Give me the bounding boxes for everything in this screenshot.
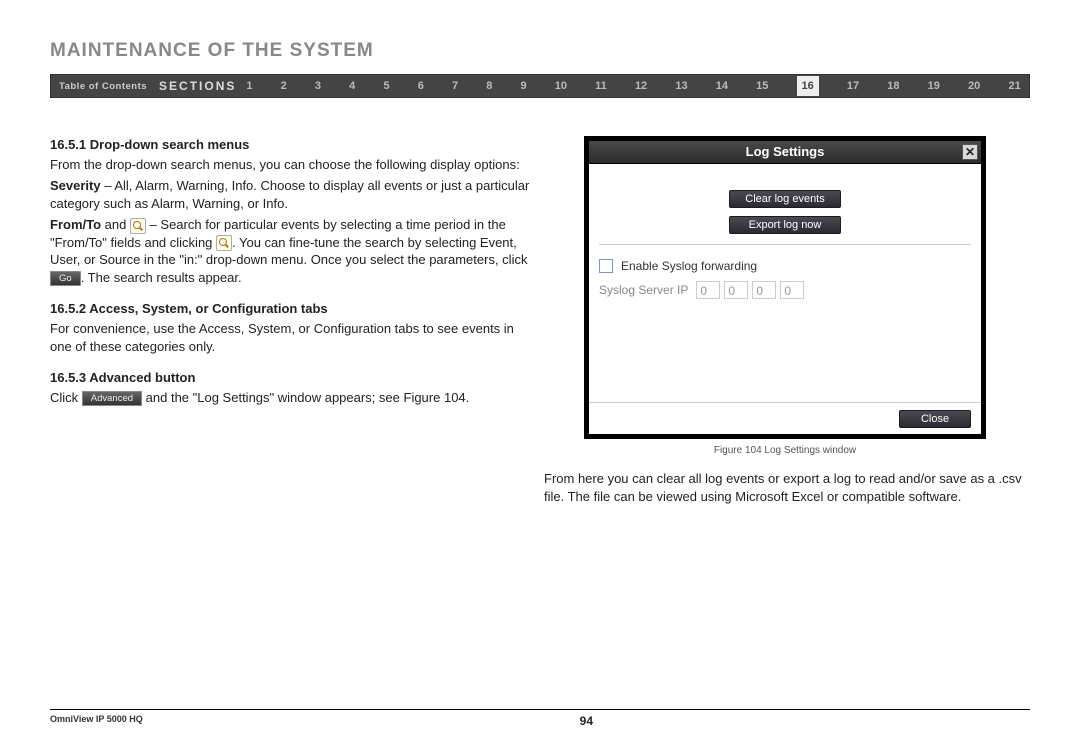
dialog-title: Log Settings: [746, 144, 825, 159]
section-nav-bar: Table of Contents SECTIONS 1 2 3 4 5 6 7…: [50, 74, 1030, 98]
close-button[interactable]: Close: [899, 410, 971, 428]
page-number: 94: [50, 714, 1030, 728]
section-link-9[interactable]: 9: [521, 80, 527, 92]
search-icon: [216, 235, 232, 251]
enable-syslog-row[interactable]: Enable Syslog forwarding: [599, 259, 971, 273]
section-link-1[interactable]: 1: [246, 80, 252, 92]
dialog-body: Clear log events Export log now Enable S…: [589, 164, 981, 402]
figure-104: Log Settings ✕ Clear log events Export l…: [584, 136, 986, 439]
section-link-18[interactable]: 18: [887, 80, 899, 92]
dialog-title-bar: Log Settings ✕: [589, 141, 981, 164]
syslog-section: Enable Syslog forwarding Syslog Server I…: [599, 244, 971, 299]
right-column: Log Settings ✕ Clear log events Export l…: [530, 136, 1030, 505]
section-link-20[interactable]: 20: [968, 80, 980, 92]
section-link-6[interactable]: 6: [418, 80, 424, 92]
section-link-2[interactable]: 2: [281, 80, 287, 92]
section-link-13[interactable]: 13: [675, 80, 687, 92]
section-link-11[interactable]: 11: [595, 80, 607, 92]
syslog-ip-label: Syslog Server IP: [599, 283, 688, 297]
section-link-19[interactable]: 19: [928, 80, 940, 92]
adv-text-post: and the "Log Settings" window appears; s…: [142, 390, 469, 405]
ip-octet-2[interactable]: 0: [724, 281, 748, 299]
section-link-16[interactable]: 16: [797, 76, 819, 96]
para-fromto: From/To and – Search for particular even…: [50, 216, 530, 286]
fromto-and: and: [101, 217, 130, 232]
adv-text-pre: Click: [50, 390, 82, 405]
left-column: 16.5.1 Drop-down search menus From the d…: [50, 136, 530, 505]
dialog-footer: Close: [589, 402, 981, 434]
section-link-12[interactable]: 12: [635, 80, 647, 92]
para-export-note: From here you can clear all log events o…: [540, 470, 1030, 505]
close-icon[interactable]: ✕: [962, 144, 978, 160]
clear-log-button[interactable]: Clear log events: [729, 190, 841, 208]
section-link-3[interactable]: 3: [315, 80, 321, 92]
section-link-7[interactable]: 7: [452, 80, 458, 92]
go-button: Go: [50, 271, 81, 286]
para-advanced: Click Advanced and the "Log Settings" wi…: [50, 389, 530, 407]
advanced-button: Advanced: [82, 391, 142, 406]
search-icon: [130, 218, 146, 234]
heading-16-5-3: 16.5.3 Advanced button: [50, 369, 530, 387]
sections-label: SECTIONS: [155, 79, 246, 93]
section-link-15[interactable]: 15: [756, 80, 768, 92]
section-link-8[interactable]: 8: [486, 80, 492, 92]
severity-label: Severity: [50, 178, 101, 193]
severity-text: – All, Alarm, Warning, Info. Choose to d…: [50, 178, 529, 211]
para-tabs: For convenience, use the Access, System,…: [50, 320, 530, 355]
checkbox-icon[interactable]: [599, 259, 613, 273]
section-link-14[interactable]: 14: [716, 80, 728, 92]
footer-divider: [50, 709, 1030, 710]
ip-octet-1[interactable]: 0: [696, 281, 720, 299]
product-name: OmniView IP 5000 HQ: [50, 714, 143, 724]
section-link-5[interactable]: 5: [383, 80, 389, 92]
fromto-label: From/To: [50, 217, 101, 232]
section-link-4[interactable]: 4: [349, 80, 355, 92]
figure-caption: Figure 104 Log Settings window: [540, 445, 1030, 456]
page-footer: OmniView IP 5000 HQ 94: [50, 709, 1030, 728]
enable-syslog-label: Enable Syslog forwarding: [621, 259, 757, 273]
heading-16-5-2: 16.5.2 Access, System, or Configuration …: [50, 300, 530, 318]
section-numbers: 1 2 3 4 5 6 7 8 9 10 11 12 13 14 15 16 1…: [246, 80, 1029, 92]
section-link-17[interactable]: 17: [847, 80, 859, 92]
fromto-text3: . The search results appear.: [81, 270, 242, 285]
section-link-21[interactable]: 21: [1008, 80, 1020, 92]
heading-16-5-1: 16.5.1 Drop-down search menus: [50, 136, 530, 154]
toc-link[interactable]: Table of Contents: [51, 81, 155, 92]
export-log-button[interactable]: Export log now: [729, 216, 841, 234]
para-intro: From the drop-down search menus, you can…: [50, 156, 530, 174]
syslog-ip-row: Syslog Server IP 0 0 0 0: [599, 281, 971, 299]
log-settings-dialog: Log Settings ✕ Clear log events Export l…: [589, 141, 981, 434]
ip-octet-4[interactable]: 0: [780, 281, 804, 299]
section-link-10[interactable]: 10: [555, 80, 567, 92]
page-title: MAINTENANCE OF THE SYSTEM: [50, 40, 1030, 62]
ip-octet-3[interactable]: 0: [752, 281, 776, 299]
para-severity: Severity – All, Alarm, Warning, Info. Ch…: [50, 177, 530, 212]
